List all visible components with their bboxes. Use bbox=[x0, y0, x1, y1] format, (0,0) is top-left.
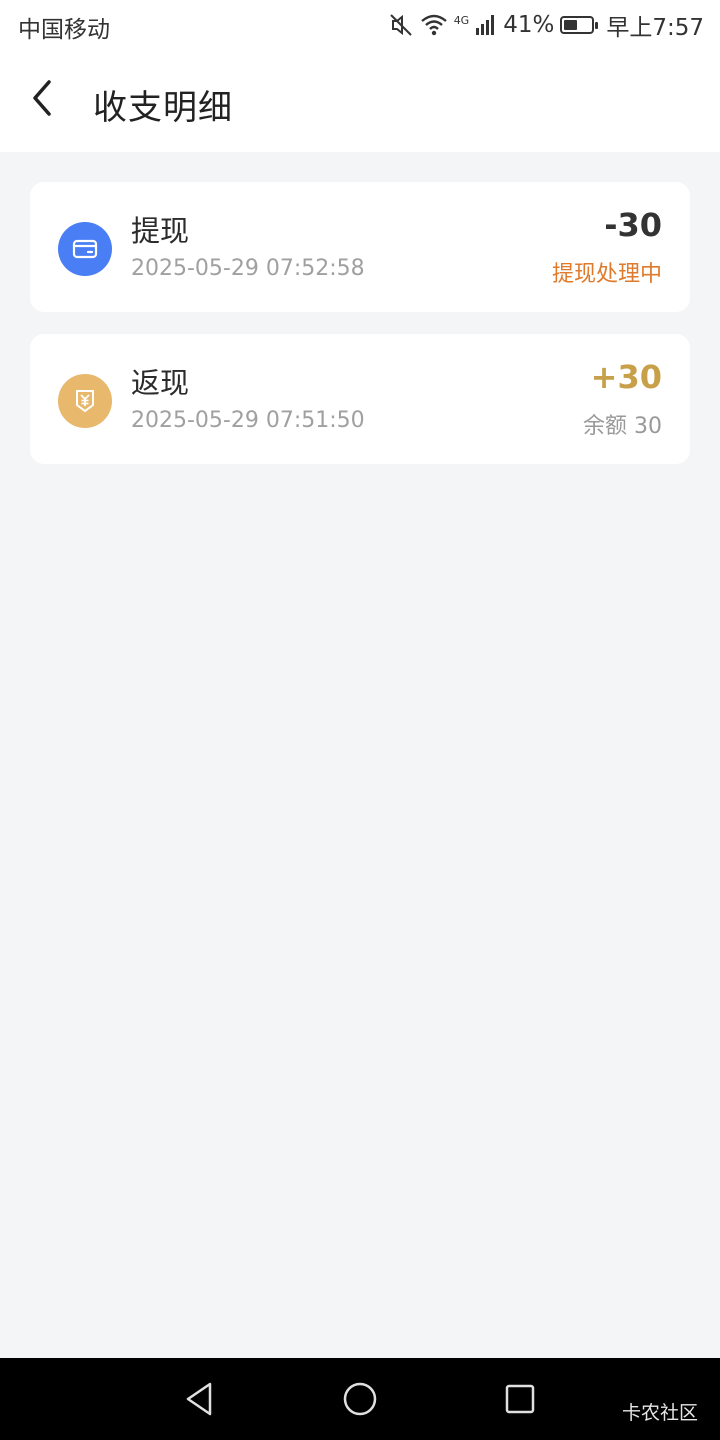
wifi-icon bbox=[420, 13, 448, 37]
page-title: 收支明细 bbox=[93, 88, 233, 128]
yuan-icon bbox=[58, 374, 112, 428]
mute-icon bbox=[388, 12, 414, 38]
battery-icon bbox=[560, 16, 599, 34]
transaction-card[interactable]: 提现 2025-05-29 07:52:58 -30 提现处理中 bbox=[30, 182, 690, 312]
transaction-title: 提现 bbox=[131, 214, 190, 248]
wallet-icon bbox=[58, 222, 112, 276]
transaction-time: 2025-05-29 07:52:58 bbox=[131, 256, 365, 281]
transaction-card[interactable]: 返现 2025-05-29 07:51:50 +30 余额 30 bbox=[30, 334, 690, 464]
back-icon bbox=[29, 78, 55, 122]
back-triangle-icon[interactable] bbox=[178, 1378, 220, 1420]
battery-percent: 41% bbox=[503, 12, 555, 38]
transaction-amount: -30 bbox=[604, 206, 662, 244]
status-bar: 中国移动 4G 41% 早上7:57 bbox=[0, 0, 720, 50]
recents-square-icon[interactable] bbox=[499, 1378, 541, 1420]
back-button[interactable] bbox=[18, 76, 66, 124]
transaction-time: 2025-05-29 07:51:50 bbox=[131, 408, 365, 433]
balance-text: 余额 30 bbox=[583, 414, 662, 439]
clock: 早上7:57 bbox=[606, 15, 704, 41]
system-nav-bar: 卡农社区 bbox=[0, 1358, 720, 1440]
network-type: 4G bbox=[453, 13, 470, 27]
carrier-name: 中国移动 bbox=[18, 17, 110, 43]
transaction-status: 提现处理中 bbox=[551, 262, 662, 287]
header: 收支明细 bbox=[0, 50, 720, 152]
transaction-amount: +30 bbox=[590, 358, 662, 396]
watermark: 卡农社区 bbox=[621, 1402, 698, 1424]
home-circle-icon[interactable] bbox=[339, 1378, 381, 1420]
transaction-title: 返现 bbox=[131, 366, 190, 400]
signal-icon bbox=[475, 14, 497, 36]
status-icons: 4G 41% 早上7:57 bbox=[388, 10, 704, 41]
